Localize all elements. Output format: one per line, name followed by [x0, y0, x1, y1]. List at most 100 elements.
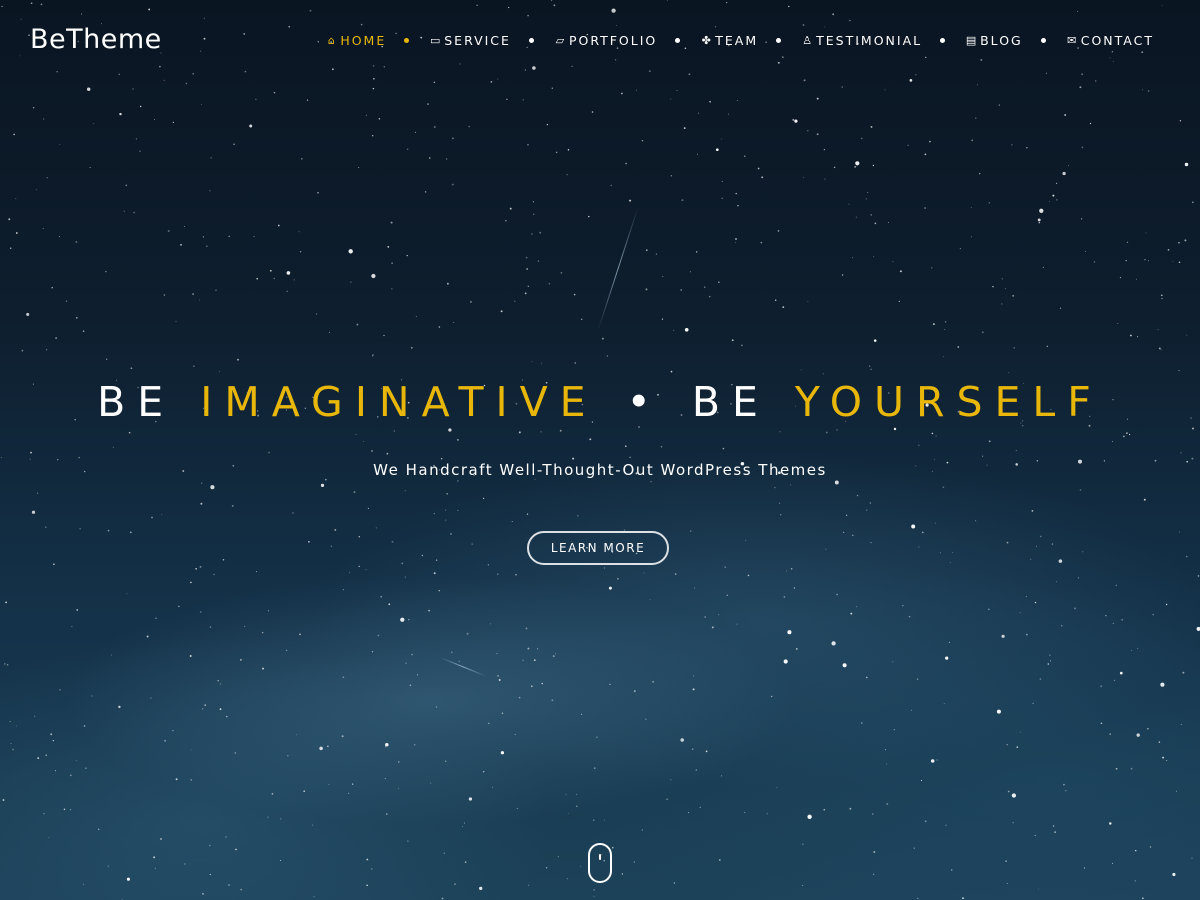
nav-item-blog[interactable]: ▤ BLOG — [965, 33, 1023, 48]
star — [898, 300, 900, 303]
nav-item-service[interactable]: ▭ SERVICE — [429, 33, 511, 48]
star — [199, 565, 202, 568]
star — [498, 679, 501, 681]
star — [856, 494, 859, 497]
star — [774, 487, 776, 489]
star — [886, 763, 888, 765]
nav-item-portfolio[interactable]: ▱ PORTFOLIO — [554, 33, 657, 48]
star — [82, 330, 85, 333]
star — [195, 567, 197, 570]
star — [1136, 733, 1140, 737]
star — [199, 299, 200, 301]
star — [695, 769, 697, 771]
star — [146, 635, 149, 638]
star — [1056, 581, 1057, 583]
star — [892, 261, 894, 263]
nav-item-team[interactable]: ✤ TEAM — [700, 33, 758, 48]
nav-item-contact[interactable]: ✉ CONTACT — [1066, 33, 1154, 48]
nav-item-testimonial[interactable]: ♙ TESTIMONIAL — [801, 33, 922, 48]
star — [1079, 489, 1082, 491]
star — [532, 213, 535, 216]
star — [822, 373, 824, 375]
star — [1147, 727, 1149, 730]
star — [691, 748, 694, 750]
star — [551, 87, 553, 89]
nav-item-home[interactable]: ⌂ HOME — [325, 33, 386, 48]
star — [209, 873, 211, 876]
star — [1136, 278, 1137, 280]
star — [1134, 880, 1136, 882]
learn-more-button[interactable]: LEARN MORE — [527, 531, 669, 565]
star — [391, 540, 394, 543]
home-icon: ⌂ — [327, 34, 335, 47]
star — [1109, 733, 1111, 735]
star — [316, 313, 318, 315]
star — [998, 104, 1001, 106]
star — [944, 321, 947, 323]
star — [201, 482, 203, 484]
star — [766, 813, 768, 815]
star — [1143, 498, 1146, 501]
star — [79, 528, 81, 530]
star — [1001, 634, 1005, 638]
star — [694, 587, 696, 589]
star — [363, 440, 365, 442]
star — [1026, 633, 1028, 636]
star — [566, 174, 568, 176]
star — [514, 300, 516, 302]
star — [54, 770, 57, 772]
star — [593, 767, 596, 769]
star — [783, 596, 786, 598]
star — [450, 651, 453, 654]
star — [46, 177, 48, 179]
star — [566, 878, 568, 880]
star — [1056, 199, 1058, 201]
star — [842, 663, 847, 668]
star — [43, 813, 45, 815]
star — [931, 432, 934, 435]
star — [516, 807, 518, 810]
star — [350, 281, 352, 283]
star — [1172, 872, 1176, 877]
star — [1026, 147, 1028, 149]
star — [841, 86, 844, 88]
star — [306, 99, 309, 101]
star — [531, 233, 533, 235]
star — [918, 444, 920, 446]
star — [1062, 171, 1066, 176]
star — [1051, 543, 1054, 545]
mouse-scroll-icon[interactable] — [588, 843, 612, 883]
star — [872, 813, 874, 815]
star — [1184, 162, 1189, 167]
star — [313, 896, 315, 898]
star — [661, 318, 664, 320]
star — [1196, 626, 1200, 631]
star — [1175, 790, 1177, 792]
star — [1184, 239, 1187, 242]
star — [277, 224, 280, 227]
star — [776, 787, 778, 789]
star — [1178, 370, 1180, 372]
star — [1192, 201, 1194, 204]
star — [537, 648, 539, 650]
star — [1180, 452, 1182, 454]
star — [975, 520, 977, 522]
star — [440, 457, 443, 460]
star — [404, 490, 406, 492]
star — [167, 230, 170, 232]
star — [1037, 218, 1041, 222]
star — [1039, 208, 1044, 213]
site-logo[interactable]: BeTheme — [30, 24, 162, 55]
star — [929, 140, 931, 143]
star — [918, 546, 920, 548]
star — [735, 238, 737, 240]
star — [572, 457, 575, 460]
star — [1019, 612, 1021, 614]
star — [849, 807, 852, 810]
star — [209, 190, 211, 192]
star — [942, 486, 945, 489]
star — [643, 572, 645, 574]
star — [1121, 618, 1124, 621]
star — [457, 510, 459, 512]
star — [948, 641, 951, 644]
